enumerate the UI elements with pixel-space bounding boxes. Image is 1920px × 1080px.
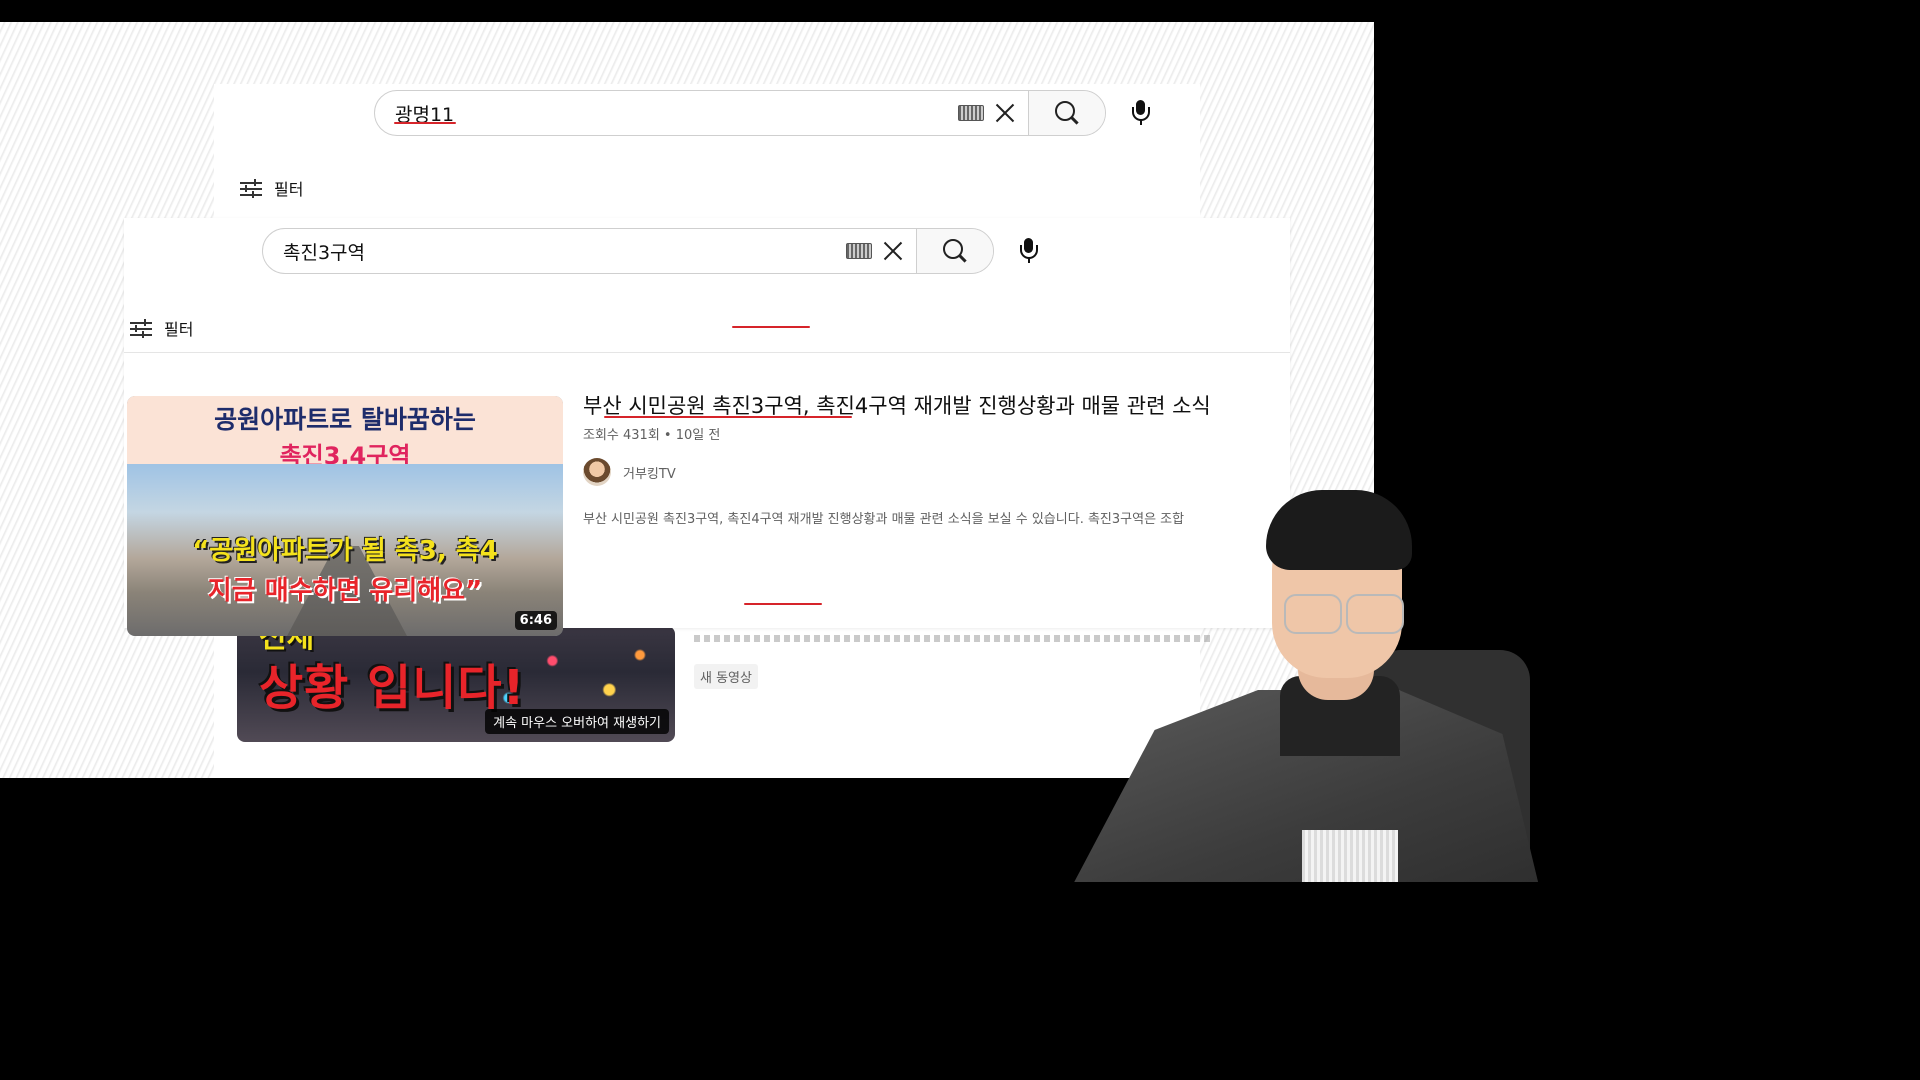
presenter-webcam xyxy=(1070,490,1568,882)
microphone-icon[interactable] xyxy=(1130,100,1152,130)
video-meta: 조회수 431회 • 10일 전 xyxy=(583,428,721,443)
thumbnail-headline: 상황 입니다! xyxy=(259,660,526,716)
filter-icon xyxy=(240,179,262,198)
thumbnail-title-line1: 공원아파트로 탈바꿈하는 xyxy=(214,405,476,434)
annotation-underline xyxy=(744,603,822,605)
filter-label: 필터 xyxy=(164,320,194,339)
filter-button[interactable]: 필터 xyxy=(240,176,303,200)
search-box[interactable]: 촉진3구역 xyxy=(262,228,994,274)
thumbnail-header: 공원아파트로 탈바꿈하는 촉진3,4구역 xyxy=(127,396,563,470)
video-thumbnail[interactable]: 전세 상황 입니다! 계속 마우스 오버하여 재생하기 xyxy=(237,626,675,742)
annotation-underline xyxy=(732,326,810,328)
annotation-underline xyxy=(394,122,456,124)
search-icon xyxy=(1055,101,1075,121)
filter-label: 필터 xyxy=(274,180,304,199)
filter-button[interactable]: 필터 xyxy=(130,316,193,340)
search-button[interactable] xyxy=(1028,91,1105,135)
close-icon[interactable] xyxy=(882,240,904,262)
search-icon xyxy=(943,239,963,259)
glasses-left xyxy=(1284,594,1342,634)
video-duration: 6:46 xyxy=(514,611,557,630)
glasses-right xyxy=(1346,594,1404,634)
video-thumbnail[interactable]: 공원아파트로 탈바꿈하는 촉진3,4구역 “공원아파트가 될 촉3, 촉4 지금… xyxy=(127,396,563,636)
channel-link[interactable]: 거부킹TV xyxy=(583,458,676,486)
thumbnail-quote-line2: 지금 매수하면 유리해요” xyxy=(207,576,483,606)
held-object xyxy=(1302,830,1398,882)
avatar[interactable] xyxy=(583,458,611,486)
hover-play-hint: 계속 마우스 오버하여 재생하기 xyxy=(485,709,669,734)
search-button[interactable] xyxy=(916,229,993,273)
microphone-icon[interactable] xyxy=(1018,238,1040,268)
search-input[interactable]: 광명11 xyxy=(375,100,958,127)
filter-icon xyxy=(130,319,152,338)
channel-name[interactable]: 거부킹TV xyxy=(623,463,676,482)
divider xyxy=(124,352,1290,353)
keyboard-icon[interactable] xyxy=(846,243,872,259)
close-icon[interactable] xyxy=(994,102,1016,124)
search-input[interactable]: 촉진3구역 xyxy=(263,238,846,265)
search-box[interactable]: 광명11 xyxy=(374,90,1106,136)
annotation-underline xyxy=(604,416,852,418)
keyboard-icon[interactable] xyxy=(958,105,984,121)
thumbnail-quote-line1: “공원아파트가 될 촉3, 촉4 xyxy=(192,536,498,566)
new-video-badge: 새 동영상 xyxy=(694,664,758,689)
